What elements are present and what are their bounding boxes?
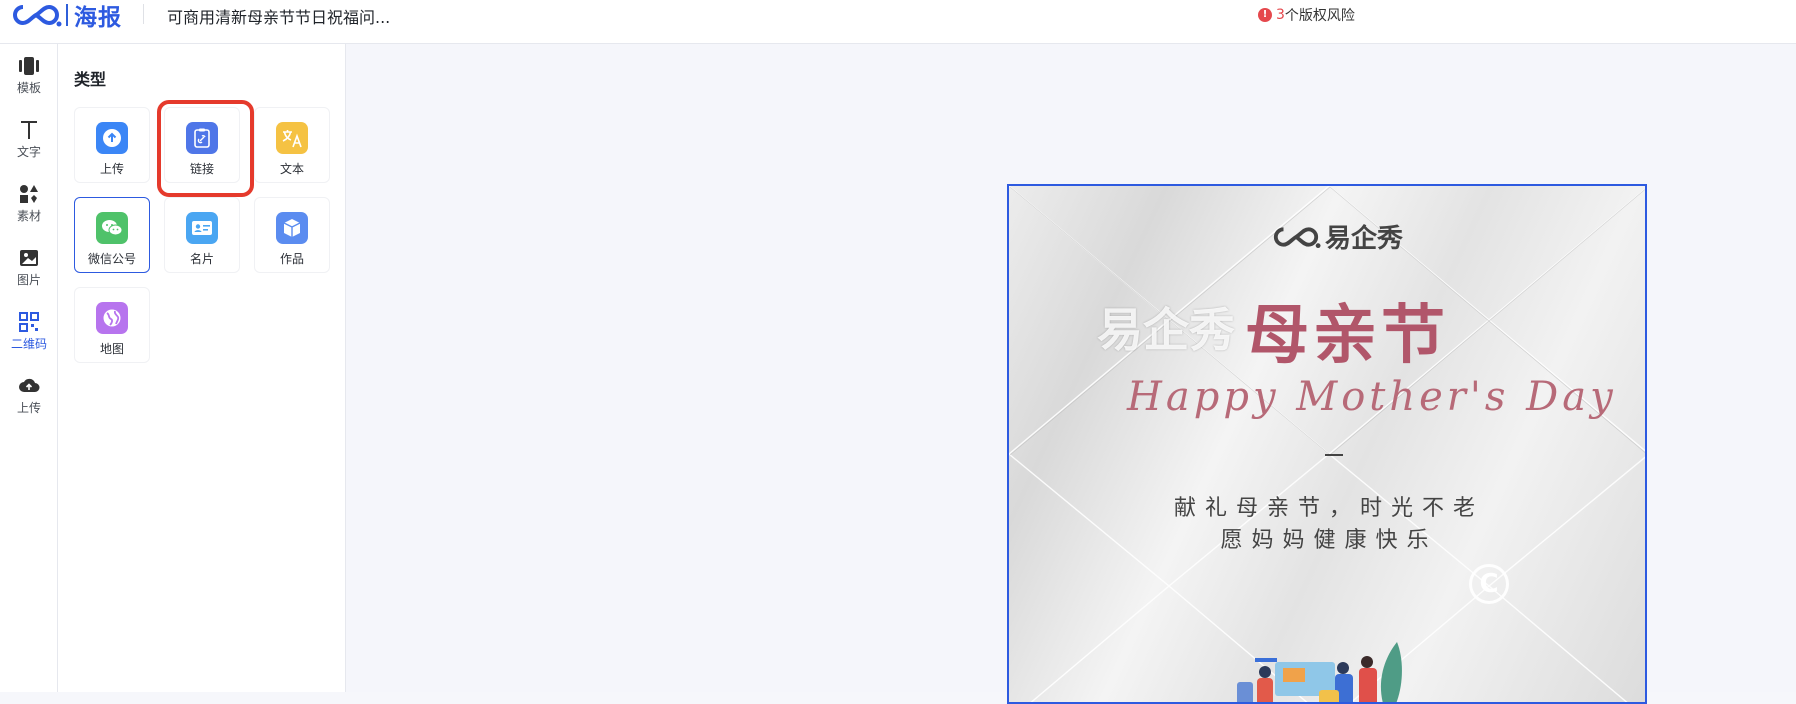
rail-item-images[interactable]: 图片 bbox=[0, 248, 58, 298]
risk-count: 3 bbox=[1276, 7, 1285, 23]
shapes-icon bbox=[20, 185, 38, 203]
tile-label: 上传 bbox=[99, 162, 124, 176]
tile-map[interactable]: 地图 bbox=[74, 287, 150, 363]
document-title[interactable]: 可商用清新母亲节节日祝福问... bbox=[167, 4, 390, 28]
tile-label: 地图 bbox=[99, 342, 124, 356]
poster-text-line-1[interactable]: 献礼母亲节，时光不老 bbox=[1009, 490, 1645, 522]
rail-item-template[interactable]: 模板 bbox=[0, 56, 58, 106]
rail-item-materials[interactable]: 素材 bbox=[0, 184, 58, 234]
rail-label: 素材 bbox=[16, 209, 41, 223]
business-card-icon bbox=[186, 212, 218, 244]
rail-label: 二维码 bbox=[10, 337, 47, 351]
diamond-pattern bbox=[1009, 186, 1645, 702]
poster-script-text[interactable]: Happy Mother's Day bbox=[1127, 374, 1617, 420]
tile-label: 链接 bbox=[189, 162, 214, 176]
copyright-risk-indicator[interactable]: ! 3 个版权风险 bbox=[1258, 5, 1355, 25]
warning-icon: ! bbox=[1258, 8, 1272, 22]
tile-business-card[interactable]: 名片 bbox=[164, 197, 240, 273]
translate-icon bbox=[276, 122, 308, 154]
copyright-icon: C bbox=[1469, 564, 1509, 604]
wechat-icon bbox=[96, 212, 128, 244]
top-bar: 海报 可商用清新母亲节节日祝福问... ! 3 个版权风险 bbox=[0, 0, 1796, 44]
infinity-logo-icon bbox=[13, 4, 62, 27]
poster-divider bbox=[1325, 454, 1343, 456]
box-icon bbox=[276, 212, 308, 244]
app-logo[interactable]: 海报 bbox=[10, 1, 122, 31]
poster-watermark: 易企秀 bbox=[1097, 303, 1235, 357]
infinity-logo-icon bbox=[1273, 226, 1321, 248]
risk-text: 个版权风险 bbox=[1284, 8, 1355, 24]
text-icon bbox=[21, 121, 37, 139]
tile-label: 作品 bbox=[279, 252, 304, 266]
family-illustration[interactable] bbox=[1235, 632, 1415, 704]
rail-label: 模板 bbox=[16, 81, 41, 95]
logo-divider bbox=[66, 4, 68, 26]
tile-wechat-official[interactable]: 微信公号 bbox=[74, 197, 150, 273]
poster-canvas[interactable]: 易企秀 易企秀 母亲节 Happy Mother's Day 献礼母亲节，时光不… bbox=[1007, 184, 1647, 704]
poster-headline[interactable]: 母亲节 bbox=[1245, 284, 1449, 376]
tile-text[interactable]: 文本 bbox=[254, 107, 330, 183]
qrcode-icon bbox=[19, 312, 39, 332]
rail-item-upload[interactable]: 上传 bbox=[0, 376, 58, 426]
link-icon bbox=[186, 122, 218, 154]
rail-label: 图片 bbox=[16, 273, 41, 287]
rail-item-text[interactable]: 文字 bbox=[0, 120, 58, 170]
image-icon bbox=[20, 250, 38, 266]
cloud-upload-icon bbox=[19, 378, 40, 392]
title-separator bbox=[143, 4, 144, 24]
tile-link[interactable]: 链接 bbox=[164, 107, 240, 183]
tile-works[interactable]: 作品 bbox=[254, 197, 330, 273]
globe-icon bbox=[96, 302, 128, 334]
poster-brand-text: 易企秀 bbox=[1325, 224, 1404, 254]
tile-label: 文本 bbox=[279, 162, 304, 176]
rail-label: 文字 bbox=[16, 145, 41, 159]
poster-text-line-2[interactable]: 愿妈妈健康快乐 bbox=[1009, 522, 1645, 554]
left-rail: 模板 文字 素材 图片 二维码 上传 bbox=[0, 44, 58, 692]
rail-label: 上传 bbox=[16, 401, 41, 415]
rail-item-qrcode[interactable]: 二维码 bbox=[0, 312, 58, 362]
logo-text: 海报 bbox=[74, 5, 122, 31]
poster-brand: 易企秀 bbox=[1271, 218, 1403, 255]
qrcode-panel: 类型 上传 链接 文本 微信公号 名片 作品 地图 bbox=[58, 44, 346, 692]
panel-title: 类型 bbox=[74, 70, 107, 89]
tile-label: 微信公号 bbox=[87, 252, 136, 266]
tile-upload[interactable]: 上传 bbox=[74, 107, 150, 183]
template-icon bbox=[19, 57, 39, 75]
tile-label: 名片 bbox=[189, 252, 214, 266]
upload-icon bbox=[96, 122, 128, 154]
